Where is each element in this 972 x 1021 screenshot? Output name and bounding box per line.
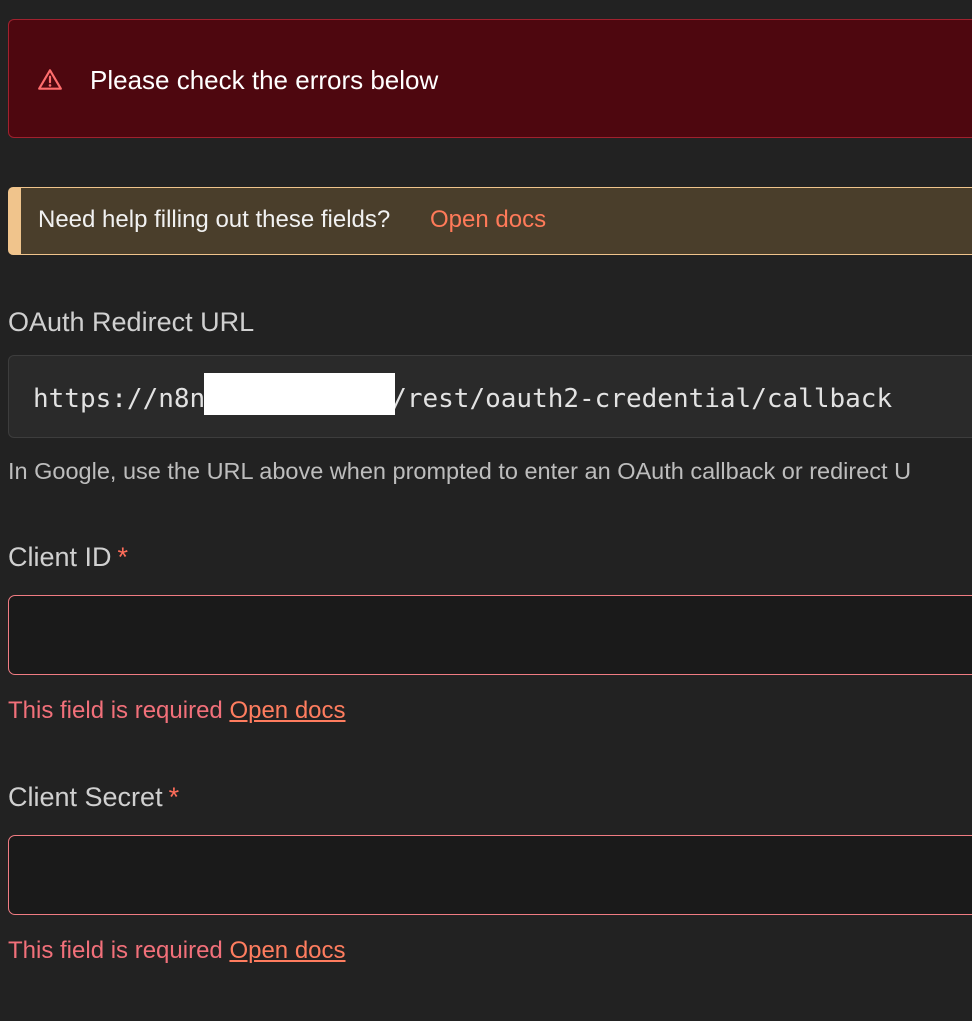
redacted-block (204, 373, 395, 415)
client-secret-input[interactable] (8, 835, 972, 915)
redirect-url-text[interactable]: https://n8n/rest/oauth2-credential/callb… (33, 383, 892, 415)
redirect-url-hint: In Google, use the URL above when prompt… (8, 458, 912, 484)
required-asterisk: * (117, 542, 129, 572)
client-id-open-docs-link[interactable]: Open docs (229, 697, 345, 724)
help-callout-text: Need help filling out these fields? (38, 206, 391, 233)
error-banner-message: Please check the errors below (90, 65, 439, 95)
client-secret-error: This field is required Open docs (8, 936, 346, 966)
required-asterisk: * (168, 782, 180, 812)
client-id-label-text: Client ID (8, 542, 112, 572)
redirect-url-prefix: https://n8n (33, 384, 206, 414)
client-secret-label: Client Secret * (8, 780, 179, 814)
warning-triangle-icon (38, 69, 62, 90)
client-id-error: This field is required Open docs (8, 696, 346, 726)
open-docs-link[interactable]: Open docs (430, 205, 546, 235)
client-id-label: Client ID * (8, 540, 128, 574)
client-secret-label-text: Client Secret (8, 782, 163, 812)
redirect-url-suffix: /rest/oauth2-credential/callback (391, 384, 893, 414)
client-id-input[interactable] (8, 595, 972, 675)
client-secret-open-docs-link[interactable]: Open docs (229, 937, 345, 964)
client-secret-error-text: This field is required (8, 937, 223, 964)
client-id-error-text: This field is required (8, 697, 223, 724)
redirect-url-label: OAuth Redirect URL (8, 307, 255, 337)
